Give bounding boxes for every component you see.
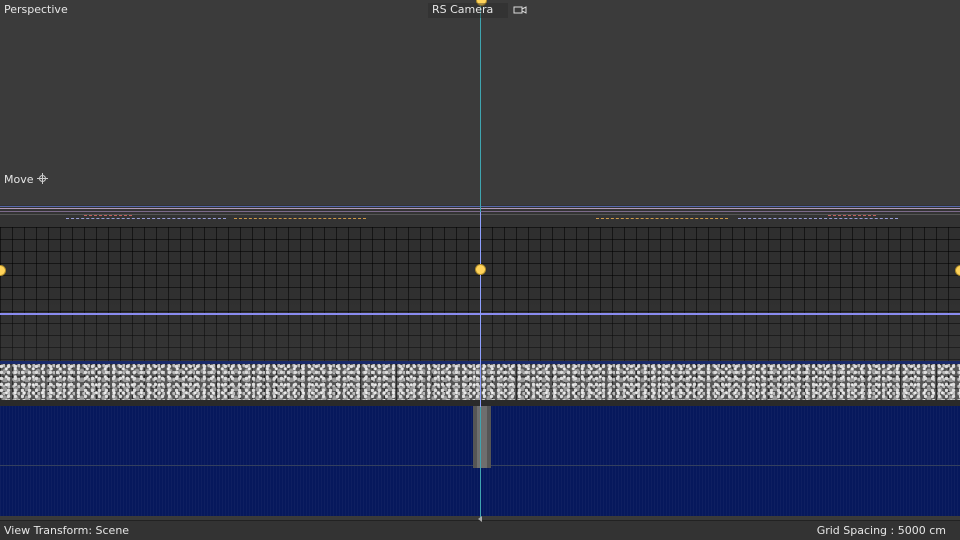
tool-name: Move: [4, 173, 34, 186]
tool-label: Move: [4, 173, 48, 186]
pillar-object[interactable]: [473, 406, 491, 468]
view-transform-label[interactable]: View Transform: Scene: [4, 524, 129, 537]
camera-icon[interactable]: [513, 4, 527, 15]
camera-name-label[interactable]: RS Camera: [432, 3, 493, 16]
right-handle[interactable]: [955, 265, 960, 276]
horizon-dash: [84, 215, 132, 217]
move-cross-icon: [36, 173, 48, 184]
collapse-arrow-icon[interactable]: [478, 516, 482, 522]
horizon-dash: [828, 215, 876, 217]
horizon-dash: [234, 218, 366, 220]
center-handle[interactable]: [475, 264, 486, 275]
grid-spacing-label: Grid Spacing : 5000 cm: [816, 524, 946, 537]
camera-center-line: [480, 212, 481, 407]
horizon-dash: [738, 218, 898, 220]
viewport-status-bar: View Transform: Scene Grid Spacing : 500…: [0, 520, 960, 540]
horizon-dash: [596, 218, 728, 220]
horizon-dash: [66, 218, 226, 220]
view-name-label[interactable]: Perspective: [4, 3, 68, 16]
3d-viewport[interactable]: Perspective RS Camera Move View Transfor…: [0, 0, 960, 540]
